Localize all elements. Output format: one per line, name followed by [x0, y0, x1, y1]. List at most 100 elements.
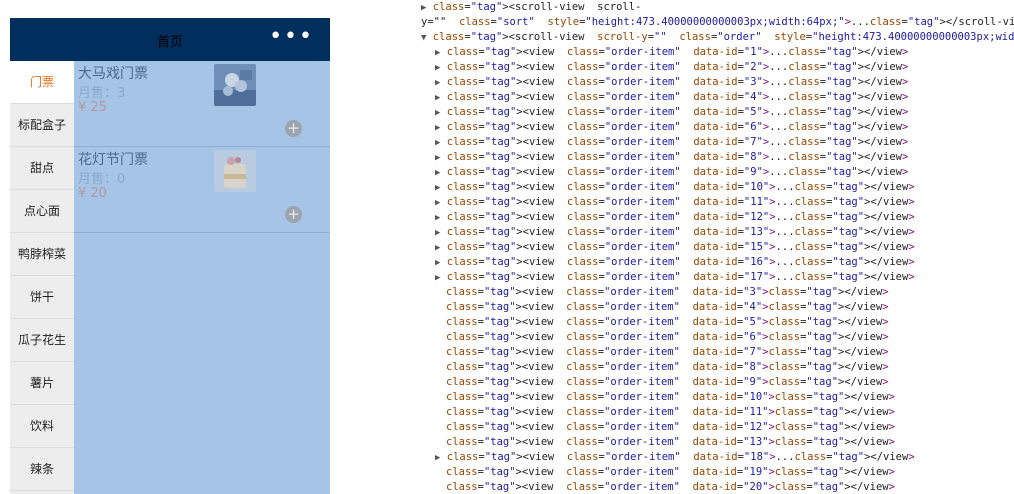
devtools-node-row[interactable]: ▶ class="tag"><view class="order-item" d…: [385, 60, 1014, 75]
devtools-node-row[interactable]: ▶ class="tag"><view class="order-item" d…: [385, 270, 1014, 285]
product-image: [214, 64, 256, 106]
node-markup: class="tag"><view class="order-item" dat…: [446, 331, 889, 343]
node-markup: class="tag"><view class="order-item" dat…: [446, 436, 895, 448]
sidebar-item-chips[interactable]: 薯片: [10, 362, 74, 405]
expand-triangle-icon[interactable]: ▶: [435, 453, 440, 463]
node-markup: y="" class="sort" style="height:473.4000…: [421, 16, 1014, 28]
devtools-node-row[interactable]: ▶ class="tag"><view class="order-item" d…: [385, 45, 1014, 60]
sidebar-item-nuts[interactable]: 瓜子花生: [10, 319, 74, 362]
expand-triangle-icon[interactable]: ▶: [435, 93, 440, 103]
devtools-node-row[interactable]: class="tag"><view class="order-item" dat…: [385, 390, 1014, 405]
expand-triangle-icon[interactable]: ▶: [435, 138, 440, 148]
devtools-node-row[interactable]: ▶ class="tag"><view class="order-item" d…: [385, 75, 1014, 90]
node-markup: class="tag"><view class="order-item" dat…: [446, 301, 889, 313]
devtools-node-row[interactable]: ▶ class="tag"><view class="order-item" d…: [385, 195, 1014, 210]
node-markup: class="tag"><view class="order-item" dat…: [446, 271, 915, 283]
expand-triangle-icon[interactable]: ▶: [435, 123, 440, 133]
devtools-node-row[interactable]: class="tag"><view class="order-item" dat…: [385, 300, 1014, 315]
devtools-node-row[interactable]: ▶ class="tag"><view class="order-item" d…: [385, 210, 1014, 225]
node-markup: class="tag"><view class="order-item" dat…: [446, 391, 895, 403]
phone-simulator: 首页 ••• 门票 标配盒子 甜点 点心面 鸭脖榨菜 饼干 瓜子花生 薯片 饮料…: [10, 18, 330, 494]
devtools-node-row[interactable]: ▶ class="tag"><view class="order-item" d…: [385, 135, 1014, 150]
devtools-elements-panel[interactable]: ▶ class="tag"><scroll-view scroll-y="" c…: [385, 0, 1014, 494]
expand-triangle-icon[interactable]: ▶: [435, 48, 440, 58]
node-markup: class="tag"><view class="order-item" dat…: [446, 211, 915, 223]
node-markup: class="tag"><view class="order-item" dat…: [446, 136, 909, 148]
list-item[interactable]: 大马戏门票 月售：3 ¥ 25 +: [74, 61, 330, 147]
expand-triangle-icon[interactable]: ▶: [435, 108, 440, 118]
sidebar-item-pastry[interactable]: 点心面: [10, 190, 74, 233]
product-name: 大马戏门票: [78, 66, 148, 82]
devtools-node-row[interactable]: class="tag"><view class="order-item" dat…: [385, 465, 1014, 480]
sidebar-item-dessert[interactable]: 甜点: [10, 147, 74, 190]
sidebar-item-box[interactable]: 标配盒子: [10, 104, 74, 147]
devtools-node-row[interactable]: ▶ class="tag"><view class="order-item" d…: [385, 90, 1014, 105]
devtools-node-row[interactable]: ▼ class="tag"><scroll-view scroll-y="" c…: [385, 30, 1014, 45]
node-markup: class="tag"><scroll-view scroll-: [432, 1, 642, 13]
more-options-icon[interactable]: •••: [269, 26, 314, 48]
devtools-node-row[interactable]: class="tag"><view class="order-item" dat…: [385, 435, 1014, 450]
sidebar-item-drinks[interactable]: 饮料: [10, 405, 74, 448]
node-markup: class="tag"><view class="order-item" dat…: [446, 361, 889, 373]
list-item[interactable]: 花灯节门票 月售：0 ¥ 20 +: [74, 147, 330, 233]
devtools-node-row[interactable]: class="tag"><view class="order-item" dat…: [385, 420, 1014, 435]
category-sidebar[interactable]: 门票 标配盒子 甜点 点心面 鸭脖榨菜 饼干 瓜子花生 薯片 饮料 辣条: [10, 61, 74, 494]
product-list[interactable]: 大马戏门票 月售：3 ¥ 25 + 花灯节门票 月售：0 ¥ 20 +: [74, 61, 330, 494]
devtools-node-row[interactable]: ▶ class="tag"><scroll-view scroll-: [385, 0, 1014, 15]
sidebar-item-spicy-strips[interactable]: 辣条: [10, 448, 74, 491]
expand-triangle-icon[interactable]: ▶: [421, 3, 426, 13]
devtools-node-row[interactable]: y="" class="sort" style="height:473.4000…: [385, 15, 1014, 30]
expand-triangle-icon[interactable]: ▶: [435, 153, 440, 163]
node-markup: class="tag"><view class="order-item" dat…: [446, 121, 909, 133]
product-name: 花灯节门票: [78, 152, 148, 168]
node-markup: class="tag"><view class="order-item" dat…: [446, 151, 909, 163]
sidebar-item-tickets[interactable]: 门票: [10, 61, 74, 104]
devtools-node-row[interactable]: class="tag"><view class="order-item" dat…: [385, 480, 1014, 494]
node-markup: class="tag"><view class="order-item" dat…: [446, 181, 915, 193]
expand-triangle-icon[interactable]: ▶: [435, 63, 440, 73]
node-markup: class="tag"><view class="order-item" dat…: [446, 466, 895, 478]
devtools-node-row[interactable]: ▶ class="tag"><view class="order-item" d…: [385, 165, 1014, 180]
node-markup: class="tag"><view class="order-item" dat…: [446, 316, 889, 328]
add-to-cart-button[interactable]: +: [285, 206, 302, 223]
devtools-node-row[interactable]: ▶ class="tag"><view class="order-item" d…: [385, 240, 1014, 255]
monthly-sales: 月售：0: [78, 172, 126, 187]
expand-triangle-icon[interactable]: ▶: [435, 168, 440, 178]
node-markup: class="tag"><view class="order-item" dat…: [446, 421, 895, 433]
expand-triangle-icon[interactable]: ▶: [435, 258, 440, 268]
devtools-node-row[interactable]: ▶ class="tag"><view class="order-item" d…: [385, 255, 1014, 270]
devtools-node-row[interactable]: class="tag"><view class="order-item" dat…: [385, 375, 1014, 390]
devtools-node-row[interactable]: class="tag"><view class="order-item" dat…: [385, 360, 1014, 375]
node-markup: class="tag"><view class="order-item" dat…: [446, 76, 909, 88]
devtools-node-row[interactable]: class="tag"><view class="order-item" dat…: [385, 315, 1014, 330]
devtools-node-row[interactable]: ▶ class="tag"><view class="order-item" d…: [385, 150, 1014, 165]
sidebar-item-biscuits[interactable]: 饼干: [10, 276, 74, 319]
add-to-cart-button[interactable]: +: [285, 120, 302, 137]
node-markup: class="tag"><view class="order-item" dat…: [446, 481, 895, 493]
devtools-node-row[interactable]: ▶ class="tag"><view class="order-item" d…: [385, 105, 1014, 120]
expand-triangle-icon[interactable]: ▶: [435, 213, 440, 223]
devtools-node-row[interactable]: ▶ class="tag"><view class="order-item" d…: [385, 225, 1014, 240]
node-markup: class="tag"><view class="order-item" dat…: [446, 346, 889, 358]
devtools-node-row[interactable]: ▶ class="tag"><view class="order-item" d…: [385, 450, 1014, 465]
expand-triangle-icon[interactable]: ▶: [435, 243, 440, 253]
expand-triangle-icon[interactable]: ▶: [435, 198, 440, 208]
expand-triangle-icon[interactable]: ▼: [421, 33, 426, 43]
product-price: ¥ 25: [78, 100, 107, 115]
node-markup: class="tag"><view class="order-item" dat…: [446, 286, 889, 298]
product-image: [214, 150, 256, 192]
expand-triangle-icon[interactable]: ▶: [435, 78, 440, 88]
devtools-node-row[interactable]: ▶ class="tag"><view class="order-item" d…: [385, 180, 1014, 195]
expand-triangle-icon[interactable]: ▶: [435, 228, 440, 238]
sidebar-item-duck-neck[interactable]: 鸭脖榨菜: [10, 233, 74, 276]
expand-triangle-icon[interactable]: ▶: [435, 273, 440, 283]
devtools-node-row[interactable]: class="tag"><view class="order-item" dat…: [385, 330, 1014, 345]
expand-triangle-icon[interactable]: ▶: [435, 183, 440, 193]
node-markup: class="tag"><view class="order-item" dat…: [446, 46, 909, 58]
devtools-node-row[interactable]: class="tag"><view class="order-item" dat…: [385, 405, 1014, 420]
monthly-sales: 月售：3: [78, 86, 126, 101]
devtools-node-row[interactable]: class="tag"><view class="order-item" dat…: [385, 345, 1014, 360]
devtools-node-row[interactable]: ▶ class="tag"><view class="order-item" d…: [385, 120, 1014, 135]
devtools-node-row[interactable]: class="tag"><view class="order-item" dat…: [385, 285, 1014, 300]
node-markup: class="tag"><view class="order-item" dat…: [446, 61, 909, 73]
